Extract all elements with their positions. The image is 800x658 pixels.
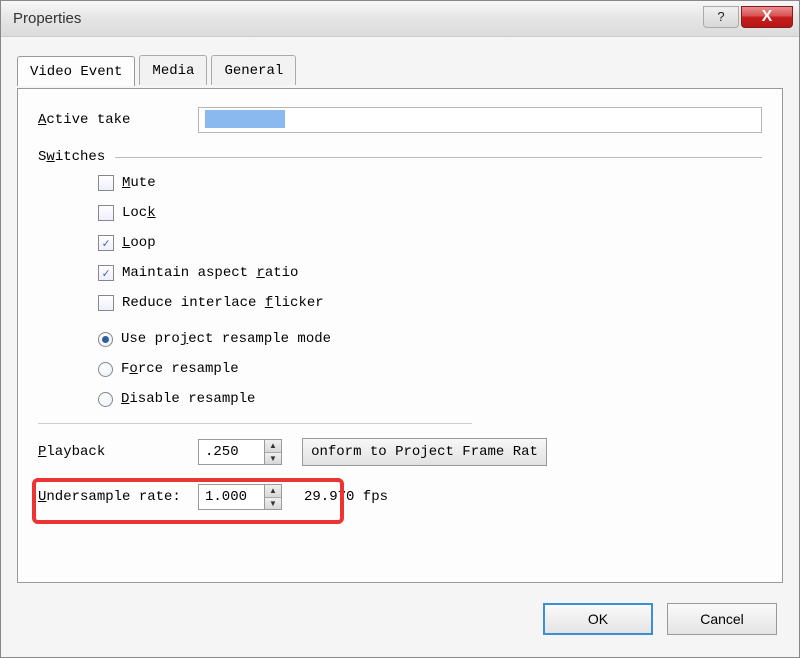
spin-down-icon[interactable]: ▼ [265,498,281,510]
checkbox-icon [98,175,114,191]
radio-disable-resample[interactable]: Disable resample [98,391,762,407]
tab-media[interactable]: Media [139,55,207,85]
radio-label: Use project resample mode [121,331,331,347]
tab-label: General [224,63,283,79]
undersample-spinner[interactable]: ▲ ▼ [198,484,282,510]
button-label: OK [588,611,608,627]
checkbox-label: Lock [122,205,156,221]
tab-general[interactable]: General [211,55,296,85]
radio-icon [98,362,113,377]
checkbox-lock[interactable]: Lock [98,205,762,221]
divider [38,423,472,424]
divider [115,157,762,158]
undersample-row: Undersample rate: ▲ ▼ 29.970 fps [38,484,762,510]
spin-down-icon[interactable]: ▼ [265,453,281,465]
radio-force-resample[interactable]: Force resample [98,361,762,377]
button-label: onform to Project Frame Rat [311,444,538,460]
switches-header: Switches [38,149,762,165]
playback-input[interactable] [198,439,264,465]
checkbox-label: Loop [122,235,156,251]
undersample-input[interactable] [198,484,264,510]
checkbox-reduce-interlace[interactable]: Reduce interlace flicker [98,295,762,311]
spin-buttons: ▲ ▼ [264,439,282,465]
tab-label: Media [152,63,194,79]
spin-up-icon[interactable]: ▲ [265,485,281,498]
undersample-label: Undersample rate: [38,489,198,505]
checkbox-label: Mute [122,175,156,191]
spin-buttons: ▲ ▼ [264,484,282,510]
radio-use-project-resample[interactable]: Use project resample mode [98,331,762,347]
switches-group: Switches Mute Lock Loop [38,149,762,407]
checkbox-label: Reduce interlace flicker [122,295,324,311]
properties-dialog: Properties ? X Video Event Media General [0,0,800,658]
switches-label: Switches [38,149,105,165]
playback-row: Playback ▲ ▼ onform to Project Frame Rat [38,438,762,466]
playback-label: Playback [38,444,198,460]
radio-label: Force resample [121,361,239,377]
playback-spinner[interactable]: ▲ ▼ [198,439,282,465]
help-button[interactable]: ? [703,6,739,28]
radio-icon [98,332,113,347]
active-take-label: Active take [38,112,198,128]
close-button[interactable]: X [741,6,793,28]
ok-button[interactable]: OK [543,603,653,635]
checkbox-icon [98,205,114,221]
radio-label: Disable resample [121,391,255,407]
tab-strip: Video Event Media General [17,55,783,85]
rate-rows: Playback ▲ ▼ onform to Project Frame Rat… [38,438,762,510]
help-icon: ? [717,9,724,24]
checkbox-icon [98,235,114,251]
checkbox-maintain-aspect[interactable]: Maintain aspect ratio [98,265,762,281]
close-icon: X [762,8,773,26]
switches-list: Mute Lock Loop Maintain aspect ratio [38,175,762,407]
titlebar: Properties ? X [1,1,799,37]
checkbox-label: Maintain aspect ratio [122,265,298,281]
radio-icon [98,392,113,407]
active-take-input[interactable] [198,107,762,133]
checkbox-icon [98,265,114,281]
fps-text: 29.970 fps [304,489,388,505]
conform-to-frame-rate-button[interactable]: onform to Project Frame Rat [302,438,547,466]
dialog-footer: OK Cancel [543,603,777,635]
titlebar-controls: ? X [703,6,793,28]
checkbox-icon [98,295,114,311]
tab-label: Video Event [30,64,122,80]
tab-panel-video-event: Active take Switches Mute [17,88,783,583]
checkbox-mute[interactable]: Mute [98,175,762,191]
button-label: Cancel [700,611,744,627]
selection-highlight [205,110,285,128]
checkbox-loop[interactable]: Loop [98,235,762,251]
active-take-row: Active take [38,107,762,133]
window-title: Properties [13,10,81,27]
client-area: Video Event Media General Active take Sw… [17,55,783,583]
tab-video-event[interactable]: Video Event [17,56,135,86]
cancel-button[interactable]: Cancel [667,603,777,635]
spin-up-icon[interactable]: ▲ [265,440,281,453]
